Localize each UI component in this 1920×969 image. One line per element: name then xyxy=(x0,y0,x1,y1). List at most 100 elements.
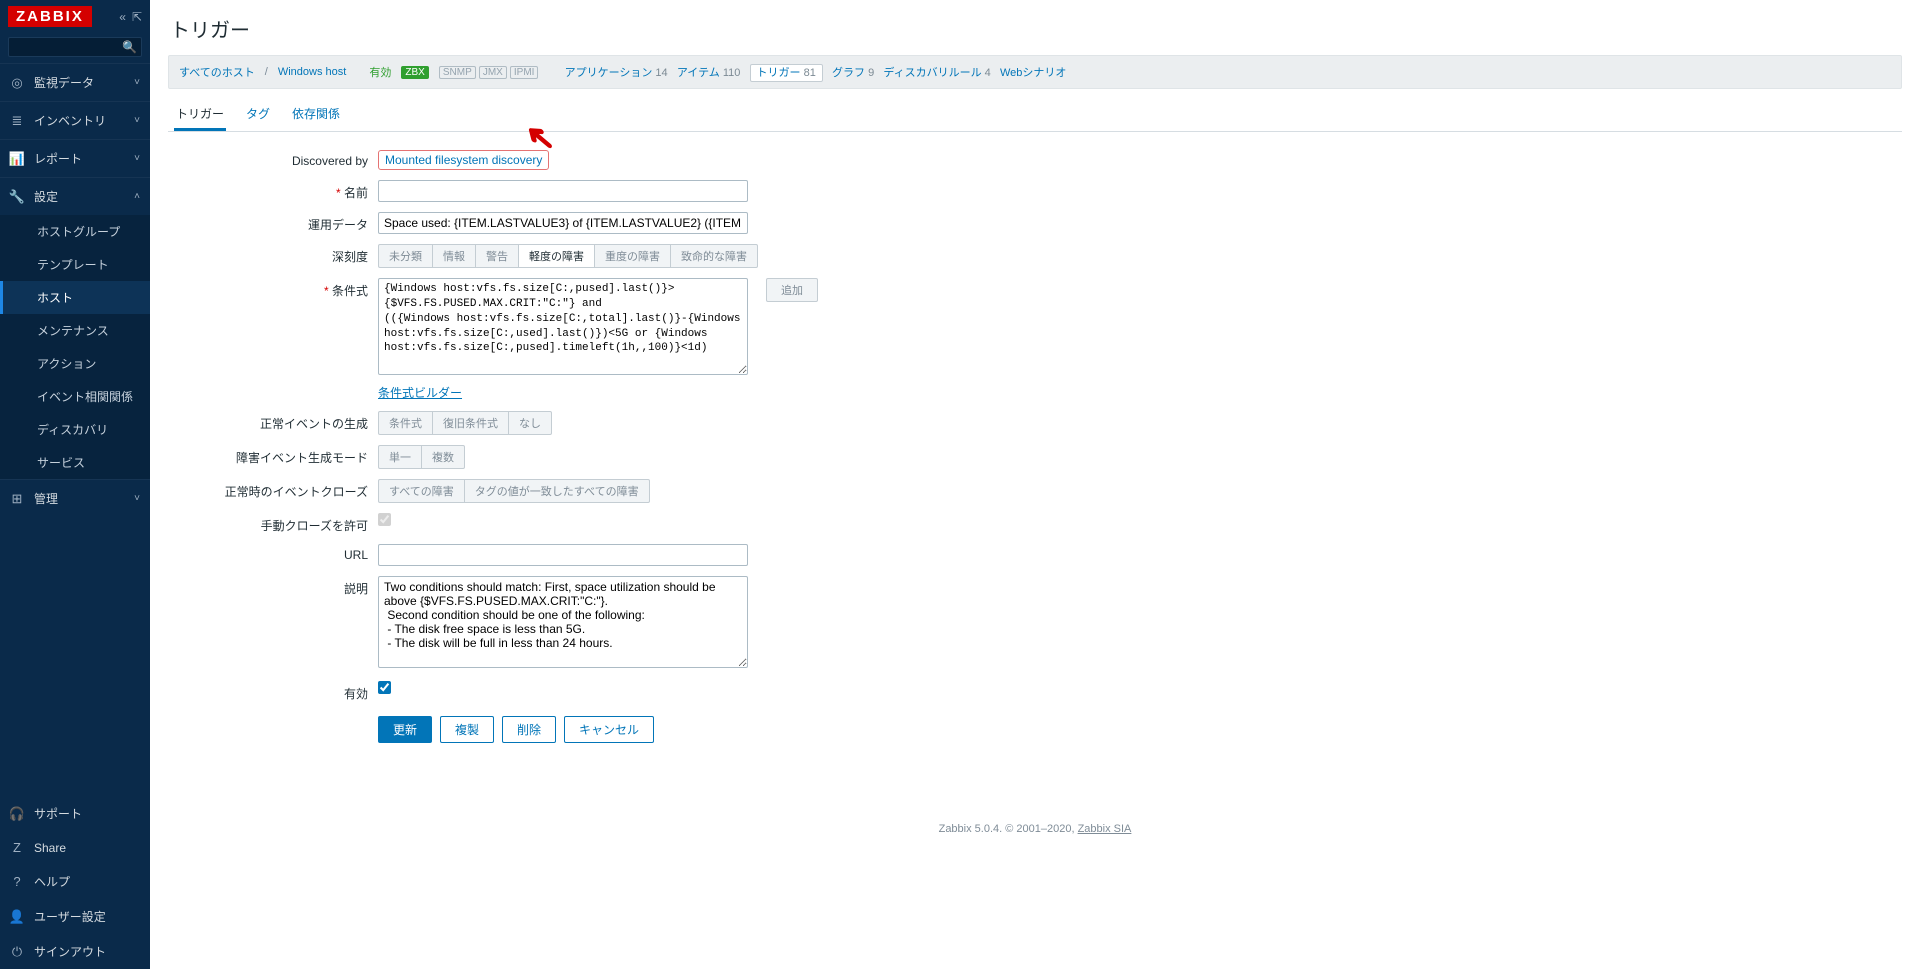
label-name: 名前 xyxy=(168,180,378,201)
okclose-group: すべての障害タグの値が一致したすべての障害 xyxy=(378,479,650,503)
crumb-item-0[interactable]: アプリケーション 14 xyxy=(565,67,668,79)
name-input[interactable] xyxy=(378,180,748,202)
label-desc: 説明 xyxy=(168,576,378,597)
nav-sub-アクション[interactable]: アクション xyxy=(0,347,150,380)
proto-badge-IPMI: IPMI xyxy=(510,66,539,79)
sev-group-opt-5: 致命的な障害 xyxy=(671,245,757,267)
label-okgen: 正常イベントの生成 xyxy=(168,411,378,432)
chevron-icon: ˅ xyxy=(134,115,140,126)
update-button[interactable]: 更新 xyxy=(378,716,432,743)
manualclose-checkbox xyxy=(378,513,391,526)
nav-sub-ディスカバリ[interactable]: ディスカバリ xyxy=(0,413,150,446)
okgen-group: 条件式復旧条件式なし xyxy=(378,411,552,435)
nav-icon: ≣ xyxy=(8,113,26,129)
okgen-group-opt-2: なし xyxy=(509,412,551,434)
nav-2[interactable]: 📊レポート˅ xyxy=(0,140,150,177)
sev-group-opt-4: 重度の障害 xyxy=(595,245,671,267)
chevron-icon: ˅ xyxy=(134,77,140,88)
footer-link[interactable]: Zabbix SIA xyxy=(1078,823,1132,835)
severity-group: 未分類情報警告軽度の障害重度の障害致命的な障害 xyxy=(378,244,758,268)
nav-sub-メンテナンス[interactable]: メンテナンス xyxy=(0,314,150,347)
footer-text: Zabbix 5.0.4. © 2001–2020, xyxy=(939,823,1078,835)
crumb-item-1[interactable]: アイテム 110 xyxy=(677,67,741,79)
nav-icon: ⊞ xyxy=(8,491,26,507)
crumb-host[interactable]: Windows host xyxy=(278,66,346,78)
crumb-item-5[interactable]: Webシナリオ xyxy=(1000,67,1066,79)
nav-sub-ホスト[interactable]: ホスト xyxy=(0,281,150,314)
discovered-by-link-box: Mounted filesystem discovery xyxy=(378,150,549,170)
collapse-icon[interactable]: « xyxy=(119,10,126,24)
bottom-label: Share xyxy=(34,841,66,855)
cancel-button[interactable]: キャンセル xyxy=(564,716,654,743)
label-expr: 条件式 xyxy=(168,278,378,299)
sev-group-opt-1: 情報 xyxy=(433,245,476,267)
breadcrumb-bar: すべてのホスト / Windows host 有効 ZBX SNMP JMX I… xyxy=(168,55,1902,89)
nav-label: 監視データ xyxy=(34,74,94,91)
nav-0[interactable]: ◎ 監視データ ˅ xyxy=(0,64,150,101)
sb-bottom-1[interactable]: ZShare xyxy=(0,831,150,864)
nav-sub-サービス[interactable]: サービス xyxy=(0,446,150,479)
search-input[interactable] xyxy=(13,40,122,54)
label-severity: 深刻度 xyxy=(168,244,378,265)
expr-builder-link[interactable]: 条件式ビルダー xyxy=(378,384,462,401)
bottom-label: サポート xyxy=(34,805,82,822)
bottom-label: ユーザー設定 xyxy=(34,908,106,925)
label-manualclose: 手動クローズを許可 xyxy=(168,513,378,534)
bottom-icon: 👤 xyxy=(8,909,26,925)
nav-sub-ホストグループ[interactable]: ホストグループ xyxy=(0,215,150,248)
tabs: トリガータグ依存関係 xyxy=(168,97,1902,132)
crumb-item-3[interactable]: グラフ 9 xyxy=(832,67,874,79)
label-opdata: 運用データ xyxy=(168,212,378,233)
nav-sub-テンプレート[interactable]: テンプレート xyxy=(0,248,150,281)
nav-label: 設定 xyxy=(34,188,58,205)
crumb-all-hosts[interactable]: すべてのホスト xyxy=(179,64,255,80)
label-pbgen: 障害イベント生成モード xyxy=(168,445,378,466)
sidebar: ZABBIX « ⇱ 🔍 ◎監視データ˅≣インベントリ˅📊レポート˅🔧設定˄ホス… xyxy=(0,0,150,969)
nav-sub-イベント相関関係[interactable]: イベント相関関係 xyxy=(0,380,150,413)
crumb-sep: / xyxy=(265,66,268,78)
search-icon[interactable]: 🔍 xyxy=(122,40,137,54)
pbgen-group: 単一複数 xyxy=(378,445,465,469)
opdata-input[interactable] xyxy=(378,212,748,234)
okclose-group-opt-0: すべての障害 xyxy=(379,480,465,502)
sb-bottom-2[interactable]: ?ヘルプ xyxy=(0,864,150,899)
zbx-badge: ZBX xyxy=(401,66,428,79)
tab-2[interactable]: 依存関係 xyxy=(290,97,342,131)
enabled-checkbox[interactable] xyxy=(378,681,391,694)
footer: Zabbix 5.0.4. © 2001–2020, Zabbix SIA xyxy=(168,823,1902,835)
status-enabled: 有効 xyxy=(369,64,391,80)
proto-badge-SNMP: SNMP xyxy=(439,66,476,79)
label-discovered: Discovered by xyxy=(168,150,378,168)
pbgen-group-opt-1: 複数 xyxy=(422,446,464,468)
clone-button[interactable]: 複製 xyxy=(440,716,494,743)
sb-bottom-4[interactable]: ⏻サインアウト xyxy=(0,934,150,969)
sev-group-opt-3: 軽度の障害 xyxy=(519,245,595,267)
okgen-group-opt-0: 条件式 xyxy=(379,412,433,434)
nav-3[interactable]: 🔧設定˄ xyxy=(0,178,150,215)
nav-1[interactable]: ≣ インベントリ ˅ xyxy=(0,102,150,139)
desc-textarea[interactable] xyxy=(378,576,748,668)
search-box[interactable]: 🔍 xyxy=(8,37,142,57)
popout-icon[interactable]: ⇱ xyxy=(132,10,142,24)
expr-textarea[interactable] xyxy=(378,278,748,375)
tab-0[interactable]: トリガー xyxy=(174,97,226,131)
url-input[interactable] xyxy=(378,544,748,566)
sev-group-opt-2: 警告 xyxy=(476,245,519,267)
discovered-by-link[interactable]: Mounted filesystem discovery xyxy=(385,153,542,167)
crumb-item-active[interactable]: トリガー 81 xyxy=(750,64,823,82)
sb-bottom-0[interactable]: 🎧 サポート xyxy=(0,796,150,831)
nav-icon: ◎ xyxy=(8,75,26,91)
nav-label: インベントリ xyxy=(34,112,106,129)
bottom-icon: 🎧 xyxy=(8,806,26,822)
tab-1[interactable]: タグ xyxy=(244,97,272,131)
crumb-item-4[interactable]: ディスカバリルール 4 xyxy=(883,67,990,79)
form-buttons: 更新 複製 削除 キャンセル xyxy=(168,716,968,743)
delete-button[interactable]: 削除 xyxy=(502,716,556,743)
logo: ZABBIX xyxy=(8,6,92,27)
nav-label: レポート xyxy=(34,150,82,167)
pbgen-group-opt-0: 単一 xyxy=(379,446,422,468)
nav-4[interactable]: ⊞管理˅ xyxy=(0,480,150,517)
bottom-label: ヘルプ xyxy=(34,873,70,890)
sb-bottom-3[interactable]: 👤 ユーザー設定 xyxy=(0,899,150,934)
label-okclose: 正常時のイベントクローズ xyxy=(168,479,378,500)
